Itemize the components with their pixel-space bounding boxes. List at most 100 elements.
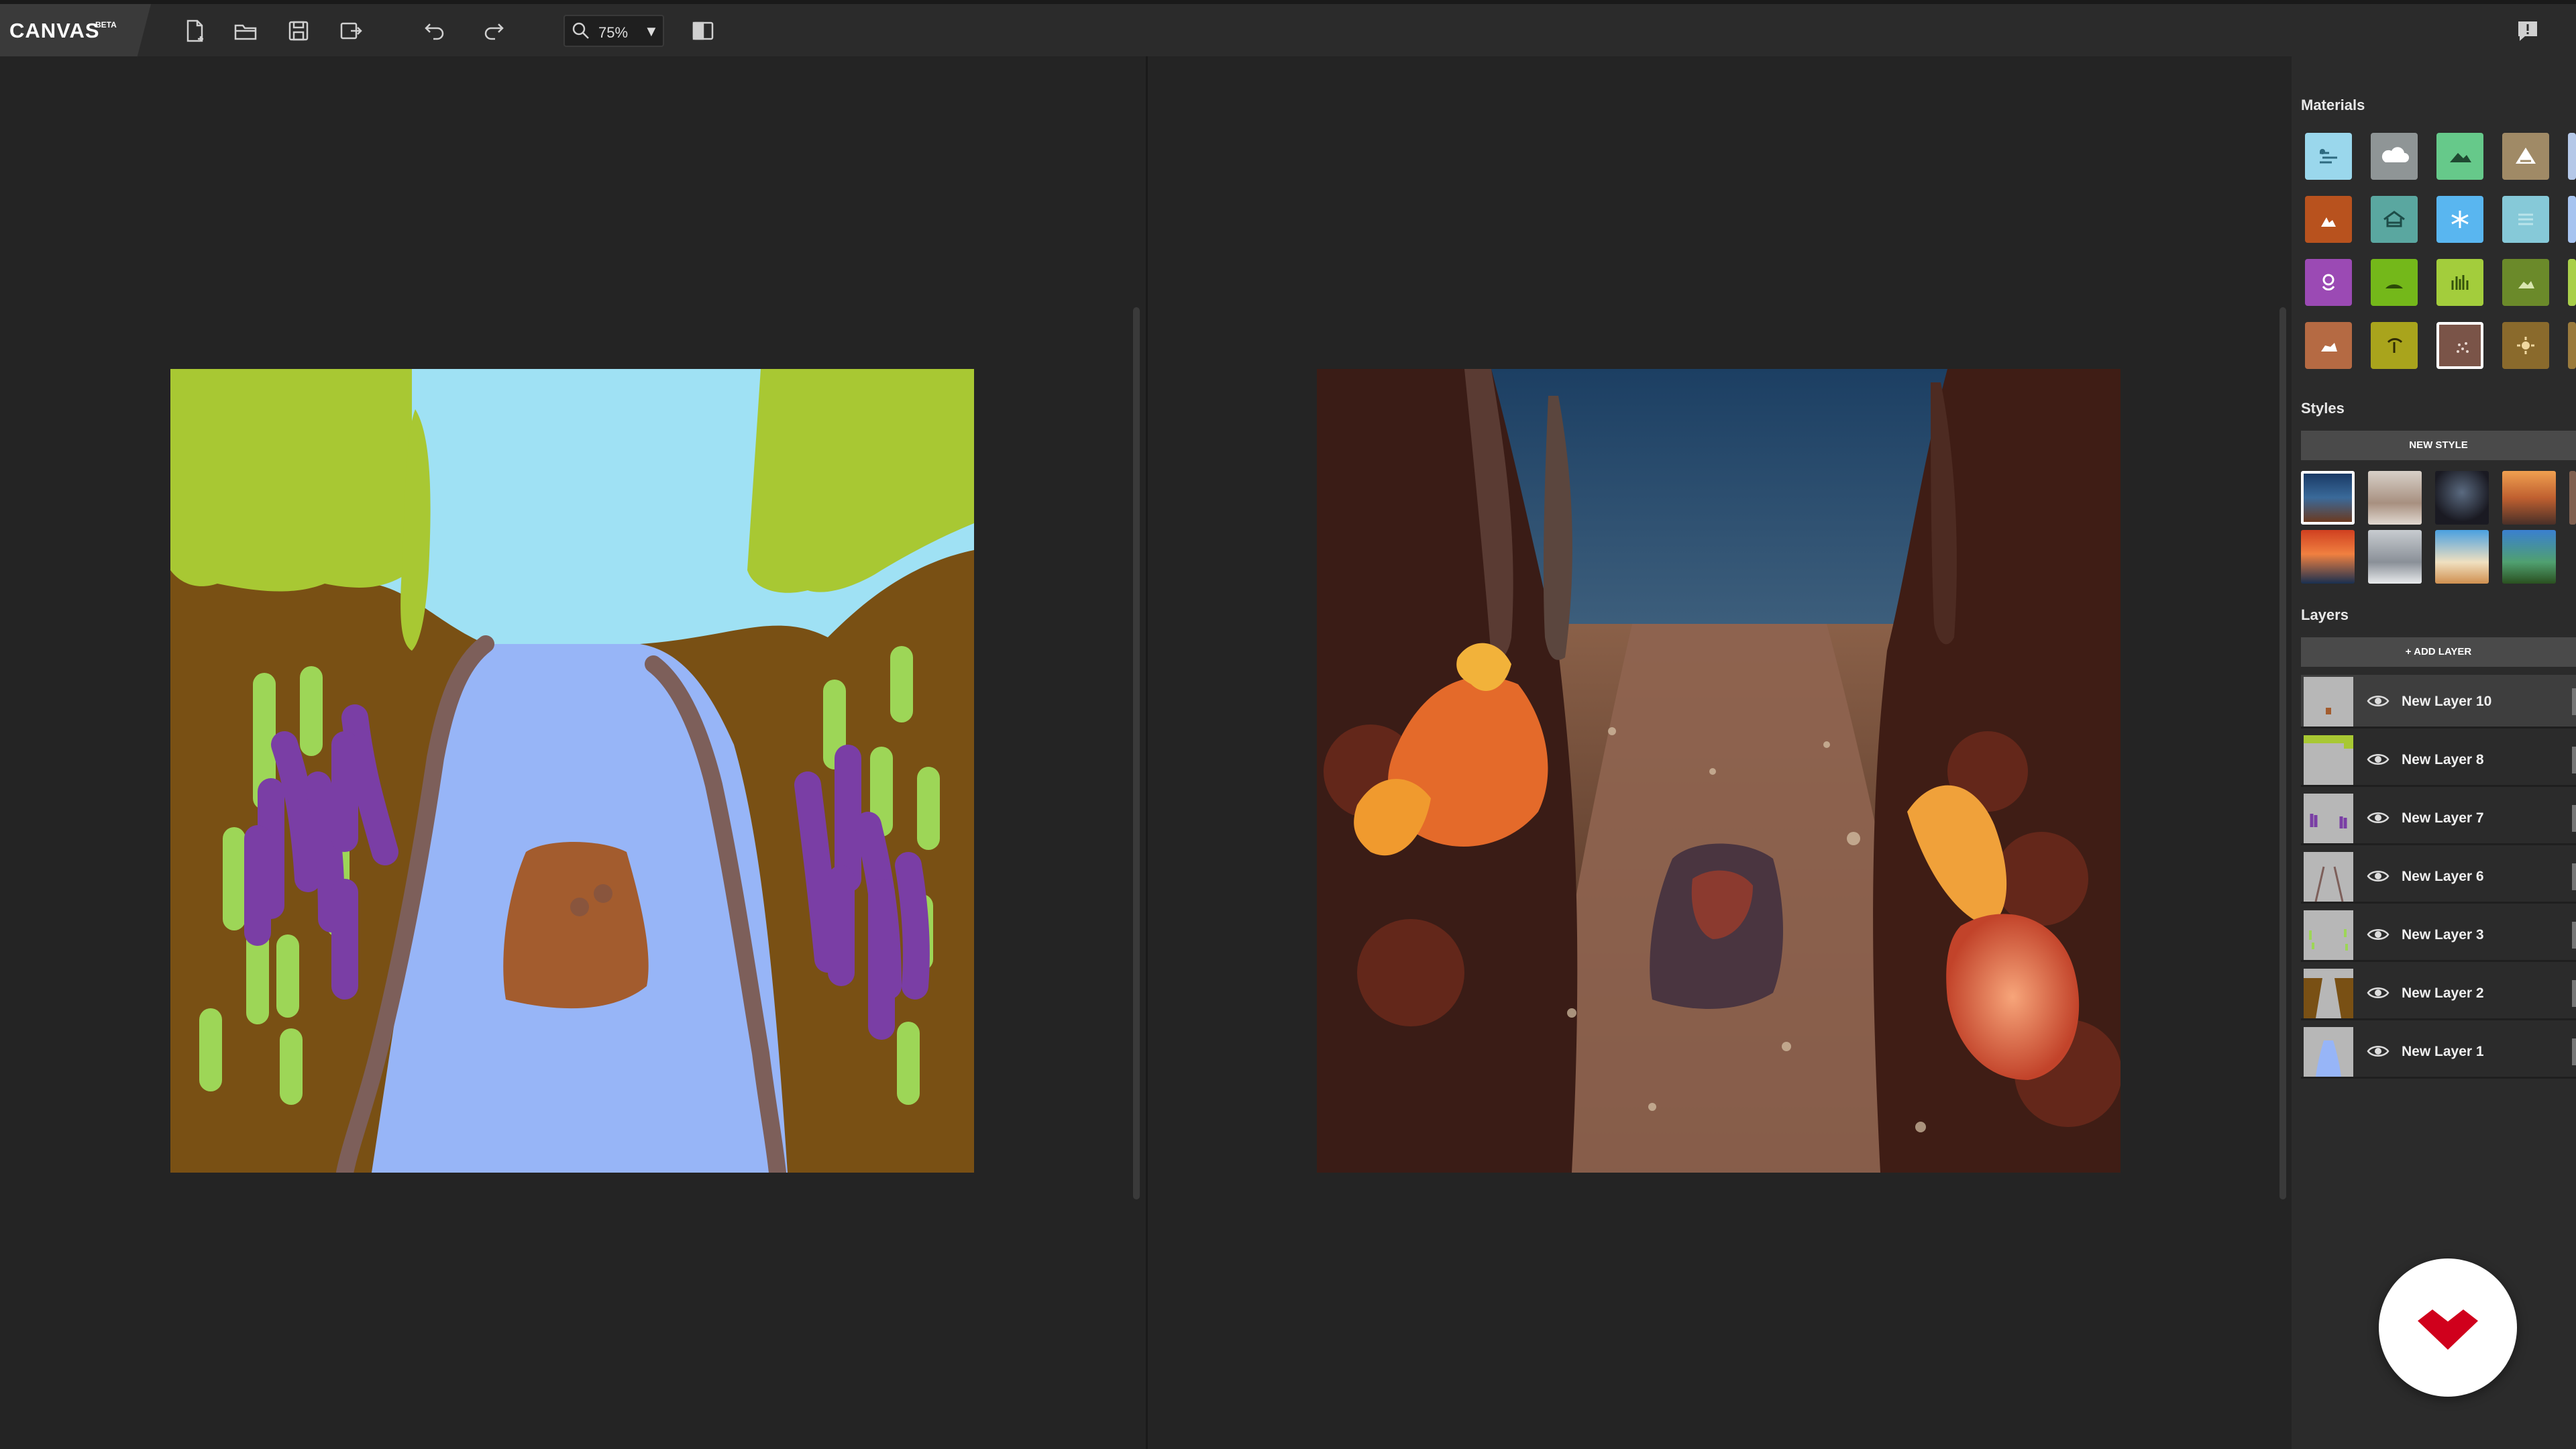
eye-icon[interactable]: [2367, 867, 2390, 885]
material-partial-2[interactable]: [2568, 196, 2576, 243]
materials-title: Materials: [2301, 97, 2365, 113]
hill-icon: [2450, 153, 2471, 162]
mountain-icon: [2516, 148, 2536, 164]
zoom-value: 75%: [598, 24, 629, 41]
bush-icon: [2451, 275, 2469, 290]
material-rock-grass[interactable]: [2502, 259, 2549, 306]
style-thumb-partial-1[interactable]: [2569, 471, 2576, 525]
logo-icon: [2418, 1309, 2478, 1350]
layer-name: New Layer 3: [2402, 927, 2484, 943]
eye-icon[interactable]: [2367, 1042, 2390, 1060]
material-bush[interactable]: [2436, 259, 2483, 306]
layer-thumbnail: [2304, 1027, 2353, 1077]
style-thumb-4[interactable]: [2502, 471, 2556, 525]
style-thumb-8[interactable]: [2502, 530, 2556, 584]
layer-row[interactable]: New Layer 1: [2301, 1025, 2576, 1079]
layer-name: New Layer 8: [2402, 752, 2484, 767]
material-grass[interactable]: [2371, 259, 2418, 306]
style-thumb-5[interactable]: [2301, 530, 2355, 584]
material-hill[interactable]: [2436, 133, 2483, 180]
layer-thumbnail: [2304, 910, 2353, 960]
material-stone[interactable]: [2305, 322, 2352, 369]
left-scrollbar[interactable]: [1133, 307, 1140, 1199]
split-divider[interactable]: [1146, 56, 1148, 1449]
style-thumb-6[interactable]: [2368, 530, 2422, 584]
open-folder-icon[interactable]: [232, 17, 259, 44]
material-sun[interactable]: [2502, 322, 2549, 369]
layer-row[interactable]: New Layer 10: [2301, 675, 2576, 729]
layer-drag-handle[interactable]: [2572, 980, 2576, 1007]
layer-drag-handle[interactable]: [2572, 1038, 2576, 1065]
material-sparkle[interactable]: [2436, 322, 2483, 369]
eye-icon[interactable]: [2367, 984, 2390, 1002]
layer-drag-handle[interactable]: [2572, 863, 2576, 890]
layer-row[interactable]: New Layer 6: [2301, 850, 2576, 904]
rock-icon: [2518, 281, 2534, 288]
new-file-icon[interactable]: [181, 17, 208, 44]
material-dirt[interactable]: [2305, 196, 2352, 243]
cloud-icon: [2381, 147, 2409, 162]
house-icon: [2383, 211, 2405, 227]
material-house[interactable]: [2371, 196, 2418, 243]
zoom-select[interactable]: 75% ▼: [564, 15, 664, 47]
save-icon[interactable]: [285, 17, 312, 44]
eye-icon[interactable]: [2367, 692, 2390, 710]
layer-row[interactable]: New Layer 3: [2301, 908, 2576, 962]
layer-name: New Layer 6: [2402, 869, 2484, 884]
feedback-icon[interactable]: [2514, 17, 2541, 44]
grass-icon: [2385, 284, 2403, 288]
palm-tree-icon: [2387, 338, 2403, 353]
right-scrollbar[interactable]: [2279, 307, 2286, 1199]
split-view-icon[interactable]: [690, 17, 716, 44]
material-partial-1[interactable]: [2568, 133, 2576, 180]
layer-drag-handle[interactable]: [2572, 922, 2576, 949]
material-cloud[interactable]: [2371, 133, 2418, 180]
material-flower[interactable]: [2305, 259, 2352, 306]
drawing-canvas[interactable]: [170, 369, 974, 1181]
eye-icon[interactable]: [2367, 926, 2390, 943]
logo-badge: [2379, 1258, 2517, 1397]
layer-drag-handle[interactable]: [2572, 747, 2576, 773]
app-name: CANVAS: [9, 19, 100, 42]
new-style-button[interactable]: NEW STYLE: [2301, 431, 2576, 460]
style-thumb-1[interactable]: [2301, 471, 2355, 525]
flower-icon: [2322, 274, 2335, 290]
material-tree[interactable]: [2371, 322, 2418, 369]
stone-icon: [2321, 343, 2337, 352]
style-thumb-3[interactable]: [2435, 471, 2489, 525]
chevron-down-icon: ▼: [644, 23, 659, 40]
layers-title: Layers: [2301, 606, 2349, 623]
add-layer-button[interactable]: + ADD LAYER: [2301, 637, 2576, 667]
generated-image: [1317, 369, 2121, 1173]
right-panel: Materials Styles NEW STYLE Layers + ADD …: [2292, 56, 2576, 1449]
top-toolbar: CANVAS BETA 75% ▼: [0, 0, 2576, 56]
material-partial-4[interactable]: [2568, 322, 2576, 369]
layer-thumbnail: [2304, 677, 2353, 727]
style-thumb-7[interactable]: [2435, 530, 2489, 584]
layer-name: New Layer 10: [2402, 694, 2492, 709]
layer-thumbnail: [2304, 735, 2353, 785]
layer-drag-handle[interactable]: [2572, 805, 2576, 832]
material-mountain[interactable]: [2502, 133, 2549, 180]
layer-row[interactable]: New Layer 8: [2301, 733, 2576, 787]
eye-icon[interactable]: [2367, 751, 2390, 768]
snowflake-icon: [2451, 211, 2469, 228]
material-fog[interactable]: [2502, 196, 2549, 243]
layer-thumbnail: [2304, 852, 2353, 902]
sparkle-icon: [2457, 342, 2469, 353]
layer-row[interactable]: New Layer 7: [2301, 792, 2576, 845]
material-snow[interactable]: [2436, 196, 2483, 243]
material-sky[interactable]: [2305, 133, 2352, 180]
style-thumb-2[interactable]: [2368, 471, 2422, 525]
undo-icon[interactable]: [421, 17, 448, 44]
layer-name: New Layer 1: [2402, 1044, 2484, 1059]
layer-drag-handle[interactable]: [2572, 688, 2576, 715]
material-partial-3[interactable]: [2568, 259, 2576, 306]
redo-icon[interactable]: [480, 17, 507, 44]
layer-row[interactable]: New Layer 2: [2301, 967, 2576, 1020]
sky-icon: [2320, 149, 2337, 164]
eye-icon[interactable]: [2367, 809, 2390, 826]
fog-icon: [2518, 213, 2533, 225]
export-icon[interactable]: [337, 17, 364, 44]
layer-thumbnail: [2304, 969, 2353, 1018]
